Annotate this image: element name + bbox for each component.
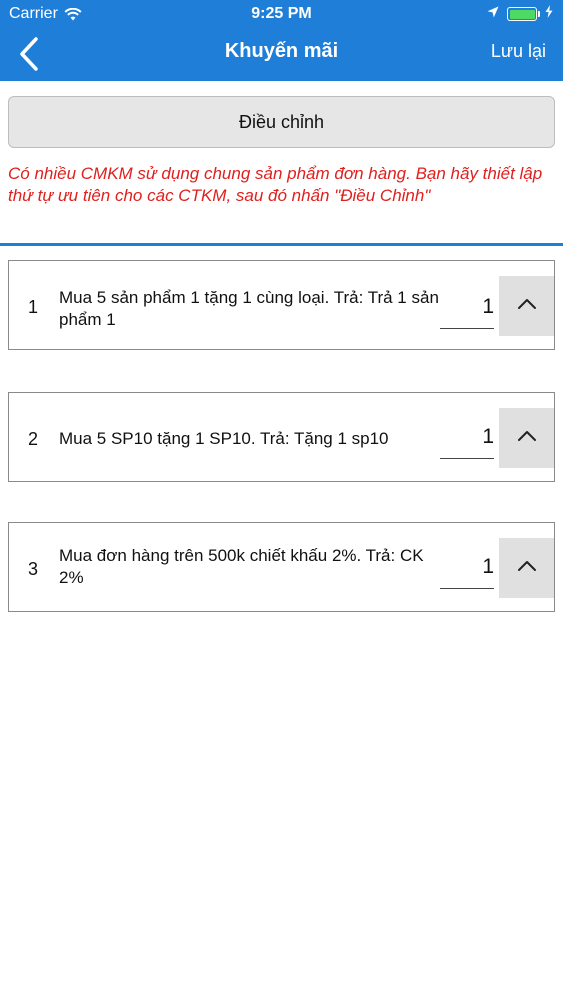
status-time: 9:25 PM xyxy=(251,5,312,22)
status-bar: Carrier 9:25 PM xyxy=(0,0,563,30)
promotion-card-2: 2 Mua 5 SP10 tặng 1 SP10. Trả: Tặng 1 sp… xyxy=(8,392,555,482)
promotion-index: 1 xyxy=(28,297,39,317)
chevron-up-icon xyxy=(517,429,537,447)
chevron-up-icon xyxy=(517,297,537,315)
move-up-button[interactable] xyxy=(499,408,554,468)
adjust-button[interactable]: Điều chỉnh xyxy=(8,96,555,148)
promotion-index: 2 xyxy=(28,429,39,449)
priority-input[interactable]: 1 xyxy=(440,545,494,589)
chevron-up-icon xyxy=(517,559,537,577)
navigation-bar: Khuyến mãi Lưu lại xyxy=(0,30,563,81)
chevron-left-icon xyxy=(14,37,48,78)
promotion-description: Mua 5 sản phẩm 1 tặng 1 cùng loại. Trả: … xyxy=(59,288,439,329)
promotion-description: Mua 5 SP10 tặng 1 SP10. Trả: Tặng 1 sp10 xyxy=(59,429,389,448)
promotion-card-3: 3 Mua đơn hàng trên 500k chiết khấu 2%. … xyxy=(8,522,555,612)
save-button[interactable]: Lưu lại xyxy=(491,41,546,62)
move-up-button[interactable] xyxy=(499,538,554,598)
promotion-index: 3 xyxy=(28,559,39,579)
status-right xyxy=(487,5,553,23)
move-up-button[interactable] xyxy=(499,276,554,336)
battery-level xyxy=(509,9,535,19)
top-bar: Carrier 9:25 PM Khuyến mãi Lưu lại xyxy=(0,0,563,81)
page-title: Khuyến mãi xyxy=(224,40,339,62)
promotion-description: Mua đơn hàng trên 500k chiết khấu 2%. Tr… xyxy=(59,546,424,587)
notice-text: Có nhiều CMKM sử dụng chung sản phẩm đơn… xyxy=(8,164,543,205)
battery-icon xyxy=(507,7,540,21)
location-arrow-icon xyxy=(487,5,499,23)
divider xyxy=(0,243,563,246)
priority-input[interactable]: 1 xyxy=(440,285,494,329)
charging-icon xyxy=(545,5,553,23)
promotion-card-1: 1 Mua 5 sản phẩm 1 tặng 1 cùng loại. Trả… xyxy=(8,260,555,350)
priority-input[interactable]: 1 xyxy=(440,415,494,459)
